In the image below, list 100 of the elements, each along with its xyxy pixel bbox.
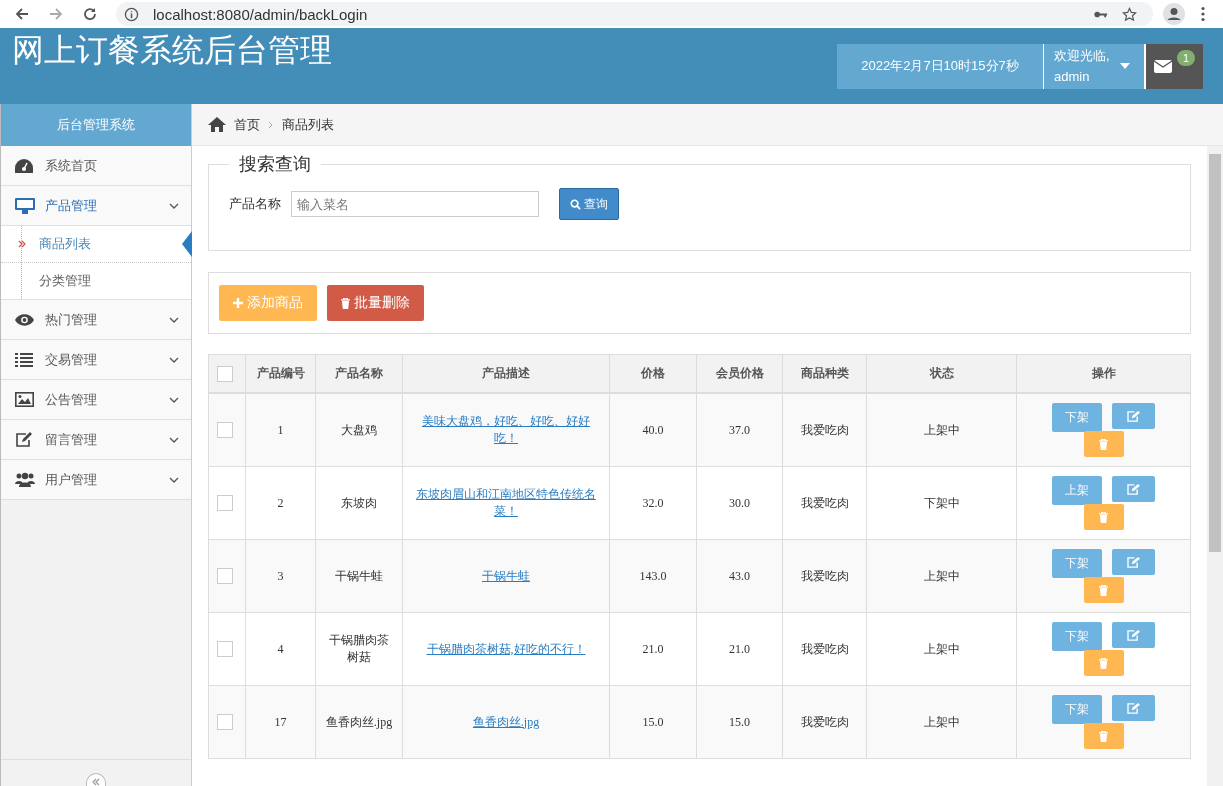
messages-button[interactable]: 1 — [1146, 43, 1203, 89]
description-link[interactable]: 鱼香肉丝.jpg — [472, 713, 540, 731]
toggle-listing-button[interactable]: 下架 — [1052, 403, 1102, 432]
row-checkbox[interactable] — [217, 714, 233, 731]
info-icon — [124, 6, 139, 22]
table-cell: 我爱吃肉 — [782, 466, 867, 540]
toggle-listing-button[interactable]: 下架 — [1052, 549, 1102, 578]
url-text: localhost:8080/admin/backLogin — [153, 5, 368, 23]
table-cell: 鱼香肉丝.jpg — [315, 685, 403, 759]
message-count-badge: 1 — [1176, 50, 1196, 66]
chevron-icon — [169, 316, 179, 323]
table-cell: 上架中 — [866, 539, 1017, 613]
breadcrumb-link[interactable]: 首页 — [234, 115, 260, 134]
sidebar-item[interactable]: 留言管理 — [1, 420, 191, 460]
table-cell: 我爱吃肉 — [782, 393, 867, 467]
sidebar-title: 后台管理系统 — [1, 104, 191, 146]
trash-icon — [1099, 438, 1108, 450]
edit-icon — [1127, 629, 1140, 641]
edit-icon — [1127, 410, 1140, 422]
table-cell: 2 — [245, 466, 316, 540]
edit-button[interactable] — [1112, 549, 1155, 575]
toggle-listing-button[interactable]: 下架 — [1052, 695, 1102, 724]
table-cell: 43.0 — [696, 539, 783, 613]
table-cell: 4 — [245, 612, 316, 686]
delete-button[interactable] — [1083, 723, 1124, 749]
collapse-sidebar-button[interactable] — [86, 773, 106, 786]
sidebar-item[interactable]: 系统首页 — [1, 146, 191, 186]
edit-button[interactable] — [1112, 476, 1155, 502]
table-cell: 下架中 — [866, 466, 1017, 540]
pencil-icon — [15, 431, 33, 448]
caret-icon — [1120, 63, 1130, 69]
back-icon[interactable] — [14, 6, 30, 22]
table-cell: 143.0 — [609, 539, 697, 613]
table-cell: 37.0 — [696, 393, 783, 467]
table-cell: 我爱吃肉 — [782, 685, 867, 759]
double-chevron-icon — [91, 778, 101, 786]
app-title: 网上订餐系统后台管理 — [11, 31, 332, 70]
row-checkbox[interactable] — [217, 495, 233, 512]
table-cell: 40.0 — [609, 393, 697, 467]
column-header: 产品描述 — [402, 354, 610, 393]
search-button[interactable]: 查询 — [559, 188, 619, 220]
forward-icon[interactable] — [48, 6, 64, 22]
address-bar[interactable]: localhost:8080/admin/backLogin — [116, 2, 1153, 26]
sidebar-item[interactable]: 交易管理 — [1, 340, 191, 380]
chevron-icon — [169, 356, 179, 363]
toggle-listing-button[interactable]: 下架 — [1052, 622, 1102, 651]
edit-button[interactable] — [1112, 622, 1155, 648]
table-cell: 干锅腊肉茶树菇 — [315, 612, 403, 686]
column-header: 价格 — [609, 354, 697, 393]
trash-icon — [1099, 511, 1108, 523]
table-cell: 30.0 — [696, 466, 783, 540]
delete-button[interactable] — [1083, 650, 1124, 676]
delete-button[interactable] — [1083, 504, 1124, 530]
edit-button[interactable] — [1112, 695, 1155, 721]
description-link[interactable]: 干锅牛蛙 — [482, 567, 530, 585]
column-header: 状态 — [866, 354, 1017, 393]
user-menu[interactable]: 欢迎光临, admin — [1043, 43, 1146, 89]
sidebar-item[interactable]: 公告管理 — [1, 380, 191, 420]
sidebar-item[interactable]: 用户管理 — [1, 460, 191, 500]
table-cell: 3 — [245, 539, 316, 613]
star-icon[interactable] — [1122, 6, 1137, 22]
submenu-item[interactable]: 商品列表 — [1, 226, 191, 263]
profile-icon[interactable] — [1163, 3, 1185, 25]
description-link[interactable]: 干锅腊肉茶树菇,好吃的不行！ — [426, 640, 586, 658]
submenu-item[interactable]: 分类管理 — [1, 263, 191, 299]
chevron-icon — [169, 476, 179, 483]
chevron-icon — [169, 396, 179, 403]
trash-icon — [341, 297, 350, 309]
scrollbar[interactable] — [1207, 146, 1223, 786]
reload-icon[interactable] — [82, 6, 98, 22]
more-icon[interactable] — [1201, 6, 1205, 22]
row-checkbox[interactable] — [217, 422, 233, 439]
table-cell: 东坡肉 — [315, 466, 403, 540]
dashboard-icon — [15, 158, 33, 173]
column-header: 产品编号 — [245, 354, 316, 393]
table-cell: 21.0 — [696, 612, 783, 686]
batch-delete-button[interactable]: 批量删除 — [327, 285, 424, 321]
table-cell: 上架中 — [866, 393, 1017, 467]
table-cell: 上架中 — [866, 612, 1017, 686]
users-icon — [15, 472, 35, 487]
active-pointer-icon — [182, 231, 192, 257]
table-cell: 15.0 — [609, 685, 697, 759]
delete-button[interactable] — [1083, 431, 1124, 457]
datetime-text: 2022年2月7日10时15分7秒 — [837, 43, 1043, 89]
sidebar-item[interactable]: 热门管理 — [1, 300, 191, 340]
dish-name-field[interactable]: 输入菜名 — [291, 191, 539, 217]
trash-icon — [1099, 584, 1108, 596]
trash-icon — [1099, 730, 1108, 742]
table-cell: 17 — [245, 685, 316, 759]
select-all-checkbox[interactable] — [217, 365, 233, 382]
list-icon — [15, 352, 33, 367]
delete-button[interactable] — [1083, 577, 1124, 603]
row-checkbox[interactable] — [217, 641, 233, 658]
plus-icon — [233, 298, 243, 308]
toggle-listing-button[interactable]: 上架 — [1052, 476, 1102, 505]
table-cell: 我爱吃肉 — [782, 612, 867, 686]
edit-button[interactable] — [1112, 403, 1155, 429]
table-cell: 15.0 — [696, 685, 783, 759]
row-checkbox[interactable] — [217, 568, 233, 585]
sidebar-item[interactable]: 产品管理 — [1, 186, 191, 226]
